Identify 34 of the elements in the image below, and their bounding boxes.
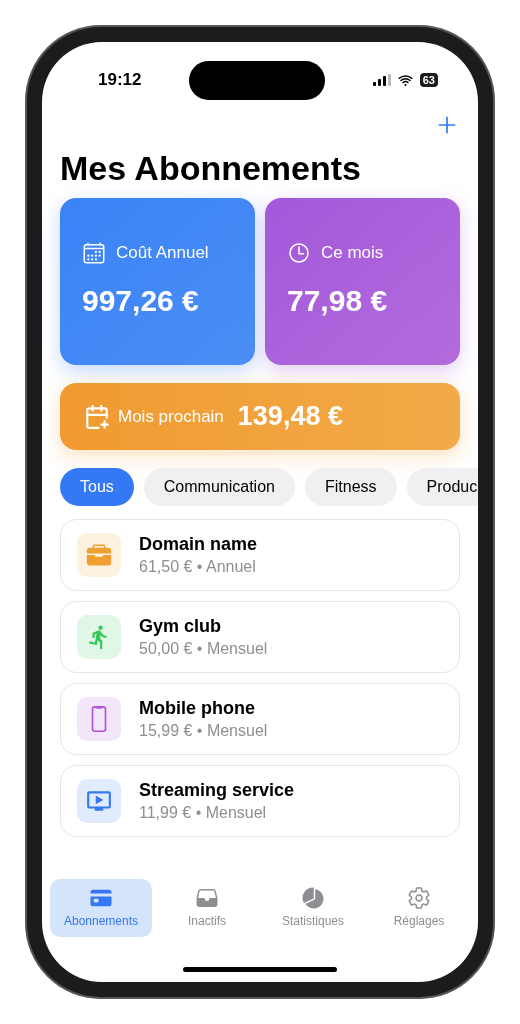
subscription-row[interactable]: Domain name 61,50 € • Annuel	[60, 519, 460, 591]
pie-chart-icon	[301, 886, 325, 910]
subscription-row[interactable]: Mobile phone 15,99 € • Mensuel	[60, 683, 460, 755]
subscription-row[interactable]: Gym club 50,00 € • Mensuel	[60, 601, 460, 673]
signal-icon	[372, 74, 391, 86]
calendar-icon	[82, 241, 106, 265]
card-label: Coût Annuel	[116, 242, 209, 265]
subscription-details: 61,50 € • Annuel	[139, 557, 257, 577]
card-label: Ce mois	[321, 242, 384, 265]
status-time: 19:12	[98, 69, 142, 92]
card-amount: 77,98 €	[287, 282, 389, 319]
tray-icon	[195, 886, 219, 910]
subscription-row[interactable]: Streaming service 11,99 € • Mensuel	[60, 765, 460, 837]
next-month-label: Mois prochain	[118, 405, 224, 428]
page-title: Mes Abonnements	[59, 148, 362, 188]
clock-icon	[287, 241, 311, 265]
card-amount: 997,26 €	[82, 282, 200, 319]
play-screen-icon	[86, 788, 112, 814]
filter-chip[interactable]: Produc	[406, 468, 478, 506]
subscription-details: 11,99 € • Mensuel	[139, 803, 268, 823]
settings-icon	[407, 886, 431, 910]
subscription-name: Gym club	[139, 615, 223, 638]
briefcase-icon	[86, 542, 112, 568]
filter-chip[interactable]: Communication	[143, 468, 295, 506]
next-month-amount: 139,48 €	[237, 400, 343, 434]
subscription-details: 15,99 € • Mensuel	[139, 721, 268, 741]
subscription-name: Streaming service	[139, 779, 295, 802]
subscription-name: Domain name	[139, 533, 258, 556]
subscription-details: 50,00 € • Mensuel	[139, 639, 268, 659]
subscription-name: Mobile phone	[139, 697, 256, 720]
filter-chip[interactable]: Fitness	[304, 468, 397, 506]
filter-chip[interactable]: Tous	[60, 468, 134, 506]
battery-level: 63	[419, 73, 438, 87]
calendar-plus-icon	[84, 403, 110, 430]
